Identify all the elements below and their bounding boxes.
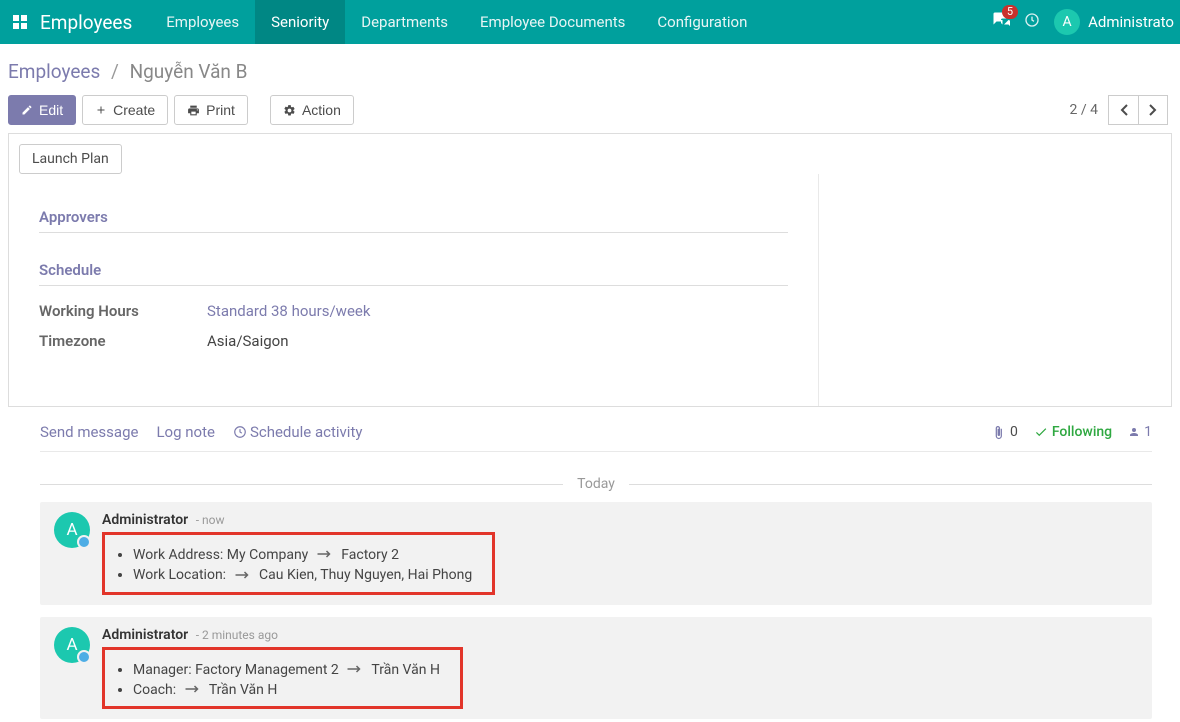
apps-launcher-icon[interactable] xyxy=(0,14,40,30)
field-value: Asia/Saigon xyxy=(207,332,289,350)
message-avatar: A xyxy=(54,627,90,663)
user-name: Administrato xyxy=(1088,13,1174,31)
menu-seniority[interactable]: Seniority xyxy=(255,0,345,44)
control-panel: Employees / Nguyễn Văn B Edit Create Pri… xyxy=(0,44,1180,133)
field-label: Working Hours xyxy=(39,302,207,320)
activity-icon[interactable] xyxy=(1024,12,1040,32)
chat-badge: 5 xyxy=(1002,5,1018,19)
chat-icon[interactable]: 5 xyxy=(992,11,1010,33)
followers-button[interactable]: 1 xyxy=(1128,424,1152,440)
app-name: Employees xyxy=(40,11,150,34)
create-label: Create xyxy=(113,102,155,118)
breadcrumb-current: Nguyễn Văn B xyxy=(130,60,248,83)
field-timezone: Timezone Asia/Saigon xyxy=(39,326,788,356)
today-separator: Today xyxy=(563,476,629,492)
attachments-button[interactable]: 0 xyxy=(991,424,1018,440)
edit-button[interactable]: Edit xyxy=(8,95,76,125)
send-message-tab[interactable]: Send message xyxy=(40,423,138,441)
breadcrumb-parent[interactable]: Employees xyxy=(8,60,100,83)
field-value[interactable]: Standard 38 hours/week xyxy=(207,302,370,320)
schedule-activity-tab[interactable]: Schedule activity xyxy=(233,423,363,441)
following-label: Following xyxy=(1052,424,1112,440)
follow-button[interactable]: Following xyxy=(1034,424,1112,440)
message: A Administrator - now Work Address: My Com… xyxy=(40,502,1152,605)
launch-plan-button[interactable]: Launch Plan xyxy=(19,144,122,174)
menu-configuration[interactable]: Configuration xyxy=(641,0,763,44)
change-highlight: Manager: Factory Management 2 Trần Văn H… xyxy=(102,647,463,710)
pager-prev[interactable] xyxy=(1108,95,1138,125)
field-working-hours: Working Hours Standard 38 hours/week xyxy=(39,296,788,326)
section-schedule-title: Schedule xyxy=(39,261,788,286)
menu-departments[interactable]: Departments xyxy=(345,0,464,44)
avatar: A xyxy=(1054,9,1080,35)
user-menu[interactable]: A Administrato xyxy=(1054,9,1174,35)
attachments-count: 0 xyxy=(1010,424,1018,440)
message-avatar: A xyxy=(54,512,90,548)
field-label: Timezone xyxy=(39,332,207,350)
menu-employee-documents[interactable]: Employee Documents xyxy=(464,0,641,44)
edit-label: Edit xyxy=(39,102,63,118)
top-menu: Employees Seniority Departments Employee… xyxy=(150,0,763,44)
action-button[interactable]: Action xyxy=(270,95,354,125)
change-highlight: Work Address: My Company Factory 2Work L… xyxy=(102,532,495,595)
pager-counter: 2 / 4 xyxy=(1070,102,1098,118)
message-author: Administrator xyxy=(102,627,188,643)
log-note-tab[interactable]: Log note xyxy=(156,423,214,441)
menu-employees[interactable]: Employees xyxy=(150,0,255,44)
followers-count: 1 xyxy=(1144,424,1152,440)
chatter: Send message Log note Schedule activity … xyxy=(0,407,1180,719)
message: A Administrator - 2 minutes ago Manager: F… xyxy=(40,617,1152,720)
create-button[interactable]: Create xyxy=(82,95,168,125)
form-sheet: Launch Plan Approvers Schedule Working H… xyxy=(8,133,1172,407)
message-author: Administrator xyxy=(102,512,188,528)
section-approvers-title: Approvers xyxy=(39,208,788,233)
breadcrumb: Employees / Nguyễn Văn B xyxy=(8,56,1172,95)
print-label: Print xyxy=(206,102,235,118)
pager-next[interactable] xyxy=(1138,95,1168,125)
top-navbar: Employees Employees Seniority Department… xyxy=(0,0,1180,44)
message-time: - 2 minutes ago xyxy=(196,628,278,642)
action-label: Action xyxy=(302,102,341,118)
print-button[interactable]: Print xyxy=(174,95,248,125)
message-time: - now xyxy=(196,513,225,527)
